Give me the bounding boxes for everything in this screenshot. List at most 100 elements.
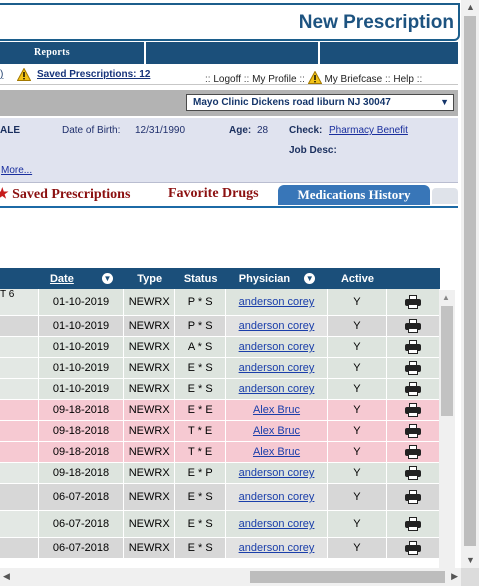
physician-link[interactable]: anderson corey	[239, 467, 315, 479]
scroll-up-icon[interactable]: ▲	[466, 2, 475, 12]
printer-icon[interactable]	[405, 340, 421, 354]
window-vertical-scrollbar[interactable]: ▲ ▼	[461, 0, 479, 568]
status-cell: E * S	[175, 538, 227, 559]
physician-link[interactable]: anderson corey	[239, 542, 315, 554]
type-cell: NEWRX	[124, 442, 176, 463]
tab-favorite-label: Favorite Drugs	[168, 186, 259, 201]
check-label: Check:	[289, 125, 323, 136]
nav-item-blank-2[interactable]	[320, 42, 456, 64]
links-separator: ::	[243, 74, 250, 85]
table-row: 09-18-2018 NEWRX T * E Alex Bruc Y	[0, 442, 440, 463]
row-truncated-cell	[0, 511, 39, 538]
scrollbar-corner	[461, 568, 479, 586]
logoff-link[interactable]: Logoff	[213, 74, 241, 85]
table-row: 09-18-2018 NEWRX T * E Alex Bruc Y	[0, 421, 440, 442]
active-cell: Y	[327, 511, 387, 538]
date-cell: 09-18-2018	[38, 463, 125, 484]
table-row: 01-10-2019 NEWRX A * S anderson corey Y	[0, 337, 440, 358]
my-briefcase-link[interactable]: My Briefcase	[324, 74, 382, 85]
printer-icon[interactable]	[405, 466, 421, 480]
physician-link[interactable]: anderson corey	[239, 296, 315, 308]
pharmacy-benefit-link[interactable]: Pharmacy Benefit	[329, 125, 408, 136]
printer-icon[interactable]	[405, 517, 421, 531]
printer-icon[interactable]	[405, 361, 421, 375]
col-status: Status	[175, 268, 227, 289]
printer-icon[interactable]	[405, 490, 421, 504]
scroll-down-icon[interactable]: ▼	[466, 555, 475, 565]
physician-link[interactable]: anderson corey	[239, 491, 315, 503]
type-cell: NEWRX	[124, 316, 176, 337]
printer-icon[interactable]	[405, 295, 421, 309]
table-scroll-thumb[interactable]	[441, 306, 453, 416]
my-profile-link[interactable]: My Profile	[252, 74, 296, 85]
date-cell: 09-18-2018	[38, 421, 125, 442]
date-cell: 09-18-2018	[38, 442, 125, 463]
tab-saved-prescriptions[interactable]: ★ Saved Prescriptions	[0, 186, 130, 204]
col-physician[interactable]: Physician ▼	[226, 268, 328, 289]
type-cell: NEWRX	[124, 379, 176, 400]
printer-icon[interactable]	[405, 403, 421, 417]
physician-link[interactable]: Alex Bruc	[253, 425, 300, 437]
window-horizontal-scrollbar[interactable]: ◀ ▶	[0, 568, 461, 586]
physician-link[interactable]: anderson corey	[239, 362, 315, 374]
tab-medications-history[interactable]: Medications History	[278, 185, 430, 205]
print-cell	[387, 337, 440, 358]
status-cell: T * E	[175, 442, 227, 463]
physician-link[interactable]: anderson corey	[239, 320, 315, 332]
type-cell: NEWRX	[124, 421, 176, 442]
table-row: 06-07-2018 NEWRX E * S anderson corey Y	[0, 484, 440, 511]
table-row: 01-10-2019 NEWRX E * S anderson corey Y	[0, 379, 440, 400]
truncated-link[interactable]: )	[0, 69, 3, 80]
active-cell: Y	[327, 289, 387, 316]
row-truncated-cell	[0, 316, 39, 337]
vertical-scroll-thumb[interactable]	[464, 16, 476, 546]
saved-prescriptions-link[interactable]: Saved Prescriptions: 12	[37, 69, 150, 80]
status-cell: E * S	[175, 511, 227, 538]
physician-link[interactable]: anderson corey	[239, 518, 315, 530]
row-truncated-cell	[0, 484, 39, 511]
col-date[interactable]: Date ▼	[38, 268, 125, 289]
printer-icon[interactable]	[405, 445, 421, 459]
col-print	[387, 268, 440, 289]
scroll-right-icon[interactable]: ▶	[451, 571, 458, 582]
date-sort-link[interactable]: Date	[50, 273, 74, 285]
printer-icon[interactable]	[405, 382, 421, 396]
print-cell	[387, 379, 440, 400]
printer-icon[interactable]	[405, 319, 421, 333]
row-truncated-cell	[0, 463, 39, 484]
more-link[interactable]: More...	[1, 165, 32, 176]
tab-edge	[432, 188, 458, 204]
location-dropdown[interactable]: Mayo Clinic Dickens road liburn NJ 30047…	[186, 94, 454, 111]
warning-icon	[307, 70, 323, 84]
job-desc-label: Job Desc:	[289, 145, 337, 156]
physician-link[interactable]: anderson corey	[239, 341, 315, 353]
horizontal-scroll-thumb[interactable]	[250, 571, 445, 583]
physician-link[interactable]: Alex Bruc	[253, 446, 300, 458]
printer-icon[interactable]	[405, 541, 421, 555]
scroll-left-icon[interactable]: ◀	[3, 571, 10, 582]
table-row: 09-18-2018 NEWRX E * P anderson corey Y	[0, 463, 440, 484]
help-link[interactable]: Help	[393, 74, 414, 85]
table-scrollbar[interactable]: ▲	[439, 290, 455, 568]
physician-link[interactable]: anderson corey	[239, 383, 315, 395]
active-cell: Y	[327, 379, 387, 400]
type-cell: NEWRX	[124, 289, 176, 316]
scroll-up-icon[interactable]: ▲	[442, 293, 450, 302]
physician-cell: anderson corey	[226, 463, 328, 484]
printer-icon[interactable]	[405, 424, 421, 438]
sort-icon[interactable]: ▼	[101, 273, 113, 285]
active-cell: Y	[327, 484, 387, 511]
physician-cell: Alex Bruc	[226, 400, 328, 421]
nav-reports-label: Reports	[34, 47, 70, 58]
nav-item-blank-1[interactable]	[146, 42, 320, 64]
active-cell: Y	[327, 358, 387, 379]
location-bar: Mayo Clinic Dickens road liburn NJ 30047…	[0, 90, 458, 116]
nav-item-reports[interactable]: Reports	[0, 42, 146, 64]
physician-link[interactable]: Alex Bruc	[253, 404, 300, 416]
sort-icon[interactable]: ▼	[304, 273, 316, 285]
print-cell	[387, 484, 440, 511]
print-cell	[387, 316, 440, 337]
active-cell: Y	[327, 400, 387, 421]
row-truncated-cell	[0, 379, 39, 400]
tab-favorite-drugs[interactable]: Favorite Drugs	[168, 186, 259, 204]
